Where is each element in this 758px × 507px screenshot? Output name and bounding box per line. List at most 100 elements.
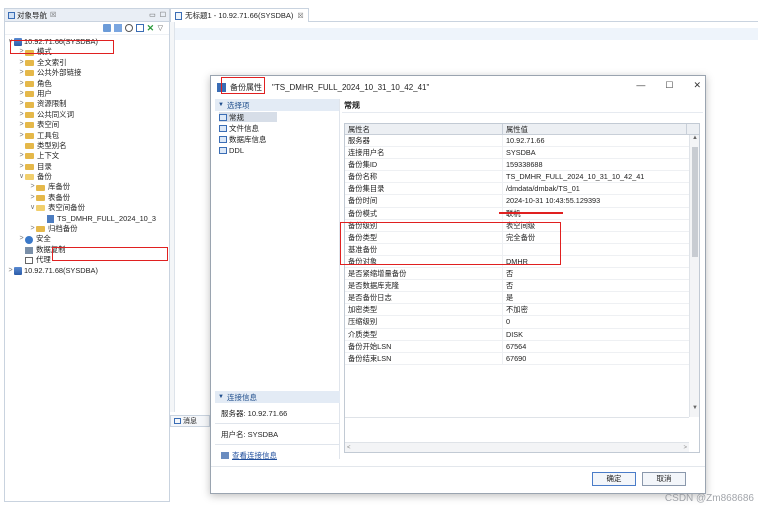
navigator-tab-close-icon[interactable]: ☒ bbox=[50, 11, 56, 19]
property-row[interactable]: 介质类型 DISK bbox=[345, 328, 699, 341]
scroll-right-icon[interactable]: > bbox=[683, 443, 687, 452]
property-row[interactable]: 备份类型 完全备份 bbox=[345, 231, 699, 244]
property-row[interactable]: 备份开始LSN 67564 bbox=[345, 340, 699, 353]
expand-right-icon[interactable]: > bbox=[29, 182, 36, 192]
tree-node[interactable]: > 资源限制 bbox=[5, 99, 169, 109]
new-connection-icon[interactable] bbox=[102, 24, 111, 32]
search-icon[interactable] bbox=[124, 24, 133, 32]
tree-node[interactable]: > 公共外部链接 bbox=[5, 68, 169, 78]
tree-node[interactable]: > 公共同义词 bbox=[5, 110, 169, 120]
editor-tab[interactable]: 无标题1 - 10.92.71.66(SYSDBA) ☒ bbox=[170, 8, 309, 22]
tree-node[interactable]: > 目录 bbox=[5, 162, 169, 172]
scroll-thumb[interactable] bbox=[692, 147, 698, 257]
property-row[interactable]: 备份级别 表空间级 bbox=[345, 219, 699, 232]
view-menu-icon[interactable]: ▽ bbox=[158, 24, 163, 32]
grid-horizontal-scrollbar[interactable]: < > bbox=[345, 442, 689, 452]
expand-right-icon[interactable]: > bbox=[18, 68, 25, 78]
page-item[interactable]: 文件信息 bbox=[215, 123, 339, 133]
ok-button[interactable]: 确定 bbox=[592, 472, 636, 486]
minimize-view-icon[interactable]: ▭ bbox=[149, 11, 156, 19]
expand-right-icon[interactable]: > bbox=[29, 193, 36, 203]
tree-node[interactable]: > 安全 bbox=[5, 234, 169, 244]
maximize-view-icon[interactable]: ☐ bbox=[160, 11, 166, 19]
messages-tab[interactable]: 消息 bbox=[170, 415, 210, 427]
expand-right-icon[interactable]: > bbox=[18, 151, 25, 161]
property-name: 加密类型 bbox=[345, 304, 503, 316]
tree-node[interactable]: ∨ 10.92.71.66(SYSDBA) bbox=[5, 37, 169, 47]
page-item[interactable]: 数据库信息 bbox=[215, 134, 339, 144]
dialog-titlebar[interactable]: 备份属性 "TS_DMHR_FULL_2024_10_31_10_42_41" … bbox=[211, 76, 705, 98]
editor-tab-close-icon[interactable]: ☒ bbox=[297, 12, 303, 20]
page-item[interactable]: DDL bbox=[215, 145, 339, 155]
expand-down-icon[interactable]: ∨ bbox=[29, 203, 36, 213]
scroll-down-icon[interactable]: ▼ bbox=[690, 405, 699, 411]
expand-right-icon[interactable]: > bbox=[18, 131, 25, 141]
collapse-all-icon[interactable] bbox=[135, 24, 144, 32]
tree-node[interactable]: > 上下文 bbox=[5, 151, 169, 161]
tree-node[interactable]: > 表空间 bbox=[5, 120, 169, 130]
expand-right-icon[interactable]: > bbox=[18, 79, 25, 89]
property-row[interactable]: 是否数据库克隆否 bbox=[345, 280, 699, 293]
property-value: 表空间级 bbox=[506, 220, 536, 230]
expand-right-icon[interactable]: > bbox=[18, 89, 25, 99]
navigator-tab-title[interactable]: 对象导航 bbox=[17, 10, 47, 21]
property-row[interactable]: 备份对象 DMHR bbox=[345, 255, 699, 269]
connection-section-header[interactable]: ▼ 连接信息 bbox=[215, 391, 340, 403]
link-icon[interactable]: ✕ bbox=[147, 24, 155, 33]
tree-node[interactable]: > 归档备份 bbox=[5, 224, 169, 234]
property-row[interactable]: 备份集ID 159338688 bbox=[345, 159, 699, 172]
property-row[interactable]: 连接用户名 SYSDBA bbox=[345, 147, 699, 160]
property-row[interactable]: 是否备份日志是 bbox=[345, 292, 699, 305]
grid-vertical-scrollbar[interactable]: ▲ ▼ bbox=[689, 135, 699, 417]
tree-node[interactable]: 类型别名 bbox=[5, 141, 169, 151]
refresh-icon[interactable] bbox=[113, 24, 122, 32]
tree-node[interactable]: > 用户 bbox=[5, 89, 169, 99]
select-section-header[interactable]: ▼ 选择项 bbox=[215, 99, 339, 111]
property-row[interactable]: 加密类型 不加密 bbox=[345, 304, 699, 317]
tree-node-label: 资源限制 bbox=[37, 99, 67, 109]
expand-right-icon[interactable]: > bbox=[18, 234, 25, 244]
expand-down-icon[interactable]: ∨ bbox=[18, 172, 25, 182]
view-connection-info-link[interactable]: 查看连接信息 bbox=[215, 445, 340, 465]
tree-node[interactable]: > 工具包 bbox=[5, 131, 169, 141]
maximize-button[interactable]: ☐ bbox=[665, 80, 673, 91]
expand-right-icon[interactable]: > bbox=[18, 47, 25, 57]
expand-right-icon[interactable]: > bbox=[18, 99, 25, 109]
tree-node[interactable]: TS_DMHR_FULL_2024_10_3 bbox=[5, 214, 169, 224]
column-header-name[interactable]: 属性名 bbox=[345, 124, 503, 134]
scroll-up-icon[interactable]: ▲ bbox=[690, 135, 699, 141]
tree-node[interactable]: 代理 bbox=[5, 255, 169, 265]
expand-right-icon[interactable]: > bbox=[18, 120, 25, 130]
tree-node[interactable]: > 模式 bbox=[5, 47, 169, 57]
column-header-value[interactable]: 属性值 bbox=[503, 124, 687, 134]
property-row[interactable]: 服务器 10.92.71.66 bbox=[345, 135, 699, 148]
expand-right-icon[interactable]: > bbox=[18, 110, 25, 120]
property-row[interactable]: 基准备份 bbox=[345, 243, 699, 256]
property-row[interactable]: 是否紧缩增量备份否 bbox=[345, 268, 699, 281]
close-button[interactable]: ✕ bbox=[693, 80, 701, 91]
minimize-button[interactable]: — bbox=[636, 80, 645, 91]
expand-down-icon[interactable]: ∨ bbox=[7, 37, 14, 47]
expand-right-icon[interactable]: > bbox=[18, 58, 25, 68]
property-row[interactable]: 备份模式联机 bbox=[345, 207, 699, 220]
tree-node[interactable]: > 库备份 bbox=[5, 182, 169, 192]
folder-icon bbox=[25, 101, 34, 108]
page-item[interactable]: 常规 bbox=[219, 112, 277, 122]
tree-node[interactable]: ∨ 备份 bbox=[5, 172, 169, 182]
expand-right-icon[interactable]: > bbox=[18, 162, 25, 172]
expand-right-icon[interactable]: > bbox=[7, 266, 14, 276]
property-row[interactable]: 备份名称 TS_DMHR_FULL_2024_10_31_10_42_41 bbox=[345, 171, 699, 184]
scroll-left-icon[interactable]: < bbox=[347, 443, 351, 452]
expand-right-icon[interactable]: > bbox=[29, 224, 36, 234]
tree-node[interactable]: ∨ 表空间备份 bbox=[5, 203, 169, 213]
tree-node[interactable]: > 角色 bbox=[5, 79, 169, 89]
property-row[interactable]: 备份时间 2024-10-31 10:43:55.129393 bbox=[345, 195, 699, 208]
property-row[interactable]: 备份结束LSN 67690 bbox=[345, 352, 699, 365]
tree-node[interactable]: 数据复制 bbox=[5, 245, 169, 255]
property-row[interactable]: 备份集目录/dmdata/dmbak/TS_01 bbox=[345, 183, 699, 196]
property-row[interactable]: 压缩级别 0 bbox=[345, 316, 699, 329]
tree-node[interactable]: >10.92.71.68(SYSDBA) bbox=[5, 266, 169, 276]
cancel-button[interactable]: 取消 bbox=[642, 472, 686, 486]
tree-node[interactable]: > 表备份 bbox=[5, 193, 169, 203]
tree-node[interactable]: > 全文索引 bbox=[5, 58, 169, 68]
